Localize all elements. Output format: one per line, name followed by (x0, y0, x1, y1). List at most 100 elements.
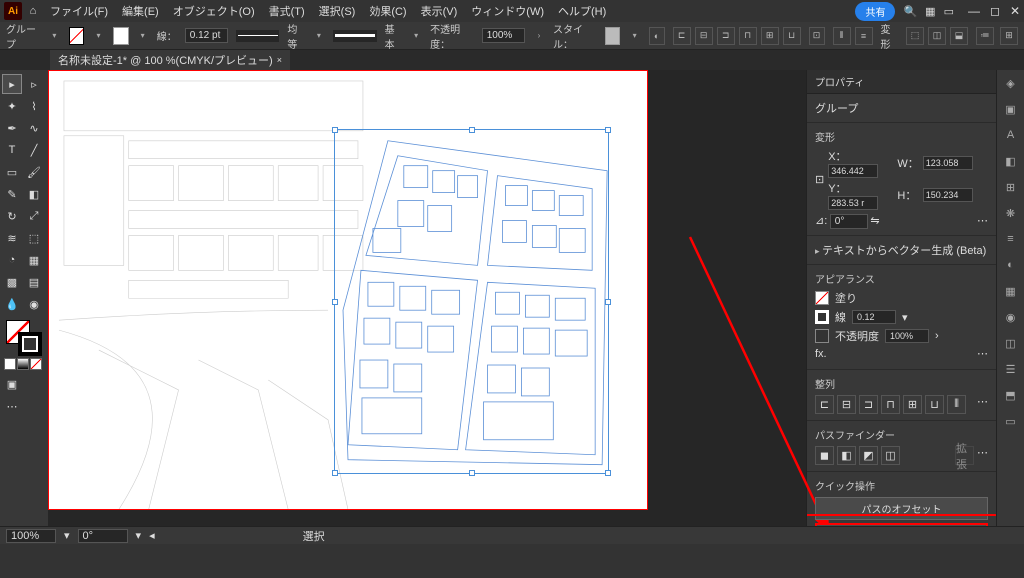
expand-button[interactable]: 拡張 (955, 446, 974, 465)
menu-type[interactable]: 書式(T) (263, 1, 311, 21)
home-icon[interactable]: ⌂ (24, 2, 42, 20)
direct-select-tool[interactable]: ▹ (24, 74, 44, 94)
artboard-nav-prev-icon[interactable]: ◂ (149, 529, 155, 542)
symbols-icon[interactable]: ❋ (1002, 204, 1020, 222)
align-right-icon[interactable]: ⊐ (717, 27, 735, 45)
chevron-down-icon[interactable]: ▾ (902, 311, 908, 324)
expand-icon[interactable]: › (533, 29, 545, 43)
wand-tool[interactable]: ✦ (2, 96, 22, 116)
color-mode-solid[interactable] (4, 358, 16, 370)
properties-icon[interactable]: ◈ (1002, 74, 1020, 92)
asset-export-icon[interactable]: ⬒ (1002, 386, 1020, 404)
align-hcenter-icon[interactable]: ⊟ (695, 27, 713, 45)
expand-icon[interactable]: › (935, 330, 939, 342)
align-right-icon[interactable]: ⊐ (859, 395, 878, 414)
chevron-down-icon[interactable]: ▾ (92, 29, 104, 43)
type-tool[interactable]: T (2, 140, 22, 160)
align-top-icon[interactable]: ⊓ (881, 395, 900, 414)
edit-toolbar-icon[interactable]: ⋯ (2, 396, 22, 416)
fill-swatch-panel[interactable] (815, 291, 829, 305)
menu-effect[interactable]: 効果(C) (363, 1, 412, 21)
chevron-down-icon[interactable]: ▾ (313, 29, 325, 43)
lasso-tool[interactable]: ⌇ (24, 96, 44, 116)
exclude-icon[interactable]: ◫ (881, 446, 900, 465)
more-options-icon[interactable]: ⋯ (977, 347, 988, 360)
align-bottom-icon[interactable]: ⊔ (783, 27, 801, 45)
align-hcenter-icon[interactable]: ⊟ (837, 395, 856, 414)
color-icon[interactable]: A (1002, 126, 1020, 144)
zoom-input[interactable]: 100% (6, 529, 56, 543)
gradient-icon[interactable]: ◐ (1002, 256, 1020, 274)
brush-def[interactable] (333, 30, 377, 42)
rotate-view-input[interactable]: 0° (78, 529, 128, 543)
panel-tab-properties[interactable]: プロパティ (807, 70, 996, 94)
ref-point-icon[interactable]: ⊡ (815, 173, 824, 186)
eraser-tool[interactable]: ◧ (24, 184, 44, 204)
transform-label[interactable]: 変形 (881, 21, 898, 51)
vector-gen-disclosure[interactable]: ▸ テキストからベクター生成 (Beta) (815, 242, 988, 258)
opacity-val-input[interactable]: 100% (885, 329, 929, 343)
align-top-icon[interactable]: ⊓ (739, 27, 757, 45)
selection-tool[interactable]: ▸ (2, 74, 22, 94)
opacity-input[interactable]: 100% (482, 28, 525, 43)
more-options-icon[interactable]: ⋯ (977, 395, 988, 414)
dist-v-icon[interactable]: ≡ (855, 27, 873, 45)
style-swatch[interactable] (605, 27, 621, 45)
recolor-icon[interactable]: ◐ (649, 27, 665, 45)
align-left-icon[interactable]: ⊏ (673, 27, 691, 45)
color-mode-none[interactable] (30, 358, 42, 370)
rotate-tool[interactable]: ↻ (2, 206, 22, 226)
libraries-icon[interactable]: ▣ (1002, 100, 1020, 118)
screen-mode-icon[interactable]: ▣ (2, 374, 22, 394)
panel-toggle-icon[interactable]: ⊞ (1000, 27, 1018, 45)
graphic-styles-icon[interactable]: ◫ (1002, 334, 1020, 352)
stroke-swatch-panel[interactable] (815, 310, 829, 324)
h-input[interactable] (923, 188, 973, 202)
menu-file[interactable]: ファイル(F) (44, 1, 114, 21)
x-input[interactable] (828, 164, 878, 178)
chevron-down-icon[interactable]: ▾ (410, 29, 422, 43)
minimize-icon[interactable]: — (968, 4, 980, 18)
more-options-icon[interactable]: ⋯ (977, 446, 988, 465)
eyedropper-tool[interactable]: 💧 (2, 294, 22, 314)
dist-h-icon[interactable]: ⫴ (947, 395, 966, 414)
align-bottom-icon[interactable]: ⊔ (925, 395, 944, 414)
transparency-icon[interactable]: ▦ (1002, 282, 1020, 300)
rect-tool[interactable]: ▭ (2, 162, 22, 182)
chevron-down-icon[interactable]: ▾ (628, 29, 640, 43)
close-icon[interactable]: ✕ (1010, 4, 1020, 18)
menu-window[interactable]: ウィンドウ(W) (465, 1, 550, 21)
essentials-icon[interactable]: ≔ (976, 27, 994, 45)
chevron-down-icon[interactable]: ▾ (64, 529, 70, 542)
minus-front-icon[interactable]: ◧ (837, 446, 856, 465)
gradient-tool[interactable]: ▤ (24, 272, 44, 292)
isolate-icon[interactable]: ⊡ (809, 27, 825, 45)
width-tool[interactable]: ≋ (2, 228, 22, 248)
stroke-icon[interactable]: ≡ (1002, 230, 1020, 248)
y-input[interactable] (828, 196, 878, 210)
canvas-area[interactable] (48, 70, 806, 526)
scale-tool[interactable]: ⤢ (24, 206, 44, 226)
workspace-icon[interactable]: ▭ (944, 5, 954, 18)
chevron-down-icon[interactable]: ▾ (48, 29, 60, 43)
blend-tool[interactable]: ◉ (24, 294, 44, 314)
unite-icon[interactable]: ◼ (815, 446, 834, 465)
shape-builder-tool[interactable]: ◔ (2, 250, 22, 270)
flip-h-icon[interactable]: ⇋ (870, 215, 879, 227)
artboards-icon[interactable]: ▭ (1002, 412, 1020, 430)
curvature-tool[interactable]: ∿ (24, 118, 44, 138)
toggle-icon[interactable]: ⬓ (950, 27, 968, 45)
brushes-icon[interactable]: ⊞ (1002, 178, 1020, 196)
appearance-icon[interactable]: ◉ (1002, 308, 1020, 326)
intersect-icon[interactable]: ◩ (859, 446, 878, 465)
more-options-icon[interactable]: ⋯ (977, 214, 988, 227)
envelope-icon[interactable]: ⬚ (906, 27, 924, 45)
stroke-width-input[interactable]: 0.12 pt (185, 28, 228, 43)
color-mode-gradient[interactable] (17, 358, 29, 370)
stroke-val-input[interactable]: 0.12 (852, 310, 896, 324)
stroke-profile[interactable] (236, 30, 280, 42)
share-button[interactable]: 共有 (855, 2, 895, 21)
offset-path-button[interactable]: パスのオフセット (815, 497, 988, 520)
document-tab[interactable]: 名称未設定-1* @ 100 %(CMYK/プレビュー) × (50, 50, 290, 70)
mesh-tool[interactable]: ▩ (2, 272, 22, 292)
